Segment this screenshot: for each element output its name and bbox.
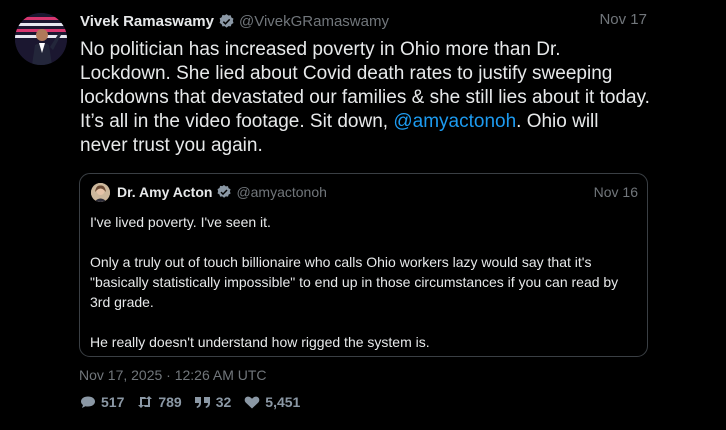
- quoted-tweet[interactable]: Dr. Amy Acton @amyactonoh Nov 16 I've li…: [79, 173, 648, 357]
- tweet-header: Vivek Ramaswamy @VivekGRamaswamy: [80, 11, 647, 31]
- like-count: 5,451: [265, 394, 301, 410]
- author-avatar[interactable]: [15, 13, 67, 65]
- like-stat[interactable]: 5,451: [243, 394, 300, 410]
- verified-badge-icon: [216, 184, 232, 200]
- retweet-icon: [138, 396, 153, 408]
- reply-count: 517: [101, 394, 125, 410]
- author-name[interactable]: Vivek Ramaswamy: [80, 13, 214, 30]
- retweet-stat[interactable]: 789: [136, 394, 182, 410]
- quoted-paragraph: He really doesn't understand how rigged …: [90, 334, 430, 350]
- reply-stat[interactable]: 517: [79, 394, 124, 410]
- quoted-tweet-text: I've lived poverty. I've seen it. Only a…: [90, 212, 638, 352]
- tweet-timestamp[interactable]: Nov 17, 2025 · 12:26 AM UTC: [79, 367, 267, 383]
- comment-icon: [81, 396, 95, 408]
- quoted-author-name[interactable]: Dr. Amy Acton: [117, 184, 212, 200]
- quote-count: 32: [215, 394, 232, 410]
- retweet-count: 789: [158, 394, 182, 410]
- author-handle[interactable]: @VivekGRamaswamy: [239, 13, 389, 30]
- quoted-paragraph: Only a truly out of touch billionaire wh…: [90, 254, 619, 310]
- tweet-stats: 517 789 32 5,451: [79, 394, 312, 410]
- mention-link[interactable]: @amyactonoh: [393, 111, 516, 132]
- quoted-author-avatar[interactable]: [91, 183, 110, 202]
- quoted-author: Dr. Amy Acton @amyactonoh: [117, 184, 327, 200]
- tweet-date[interactable]: Nov 17: [599, 11, 647, 28]
- verified-badge-icon: [218, 13, 235, 30]
- quoted-paragraph: I've lived poverty. I've seen it.: [90, 214, 271, 230]
- quote-icon: [194, 397, 210, 408]
- quoted-tweet-date[interactable]: Nov 16: [594, 184, 638, 200]
- quoted-author-handle[interactable]: @amyactonoh: [236, 184, 326, 200]
- heart-icon: [244, 396, 260, 409]
- tweet-text: No politician has increased poverty in O…: [80, 38, 650, 158]
- quote-stat[interactable]: 32: [194, 394, 232, 410]
